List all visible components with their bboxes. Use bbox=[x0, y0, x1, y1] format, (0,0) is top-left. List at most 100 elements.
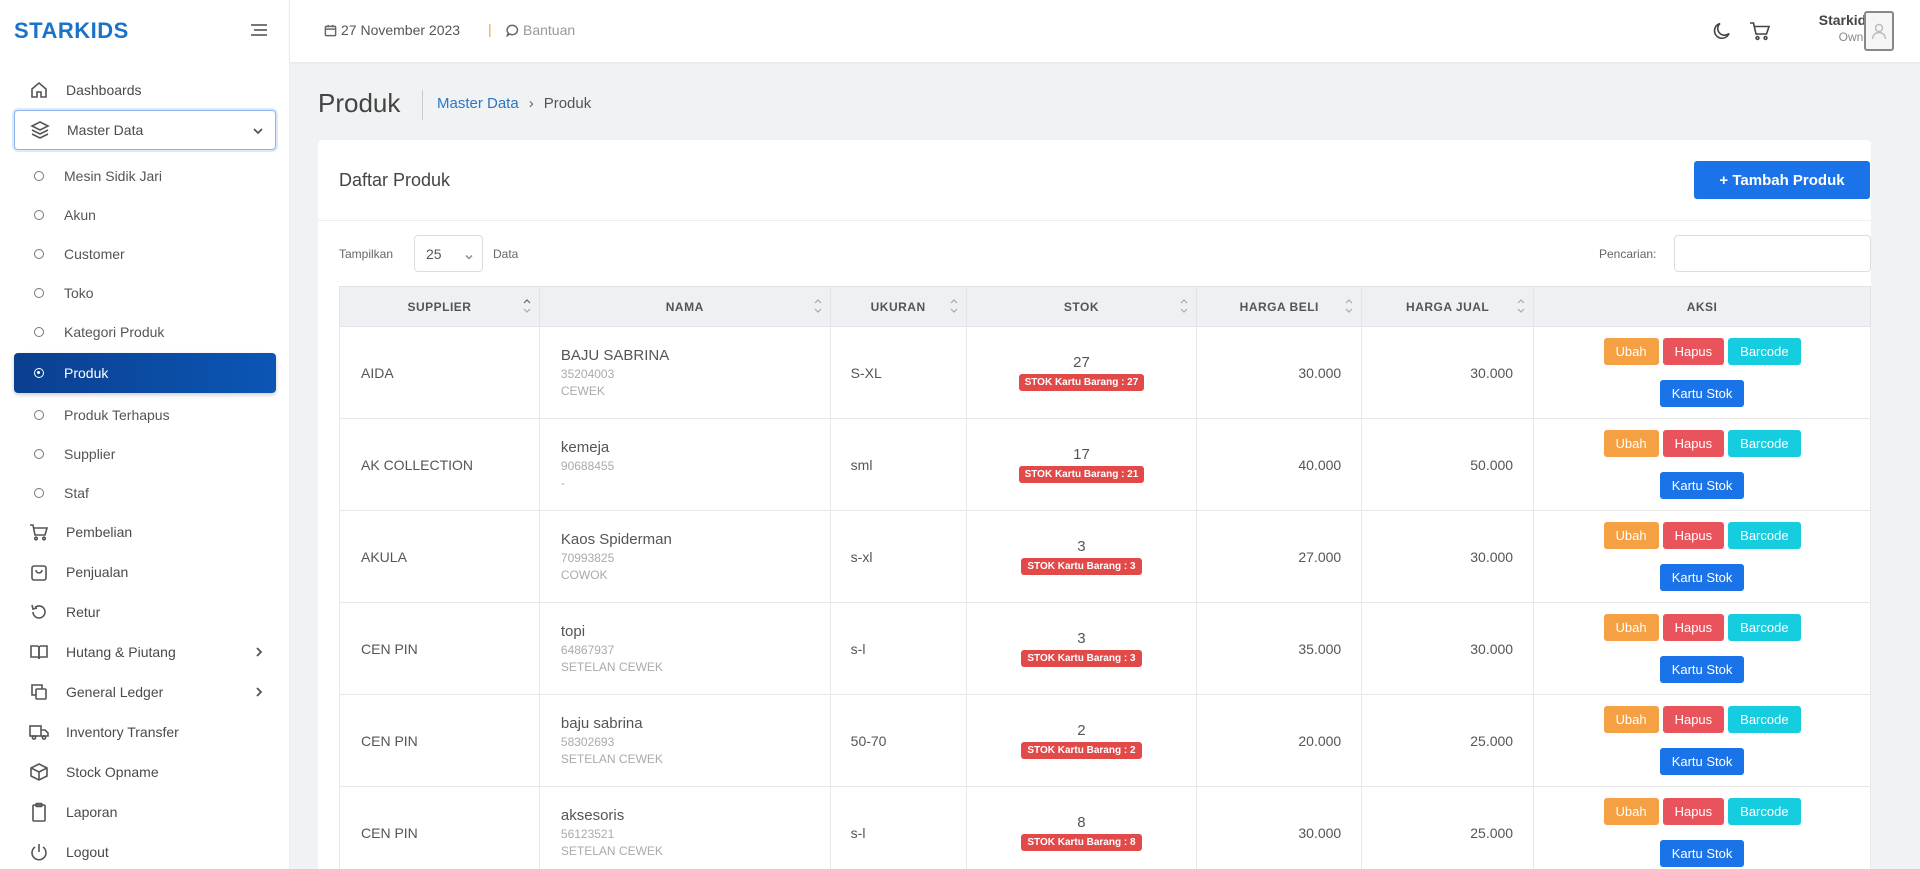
cell-ukuran: 50-70 bbox=[829, 694, 967, 787]
chevron-right-icon bbox=[252, 685, 266, 699]
status-badge: STOK Kartu Barang : 27 bbox=[1018, 374, 1145, 391]
product-name: aksesoris bbox=[560, 807, 625, 824]
delete-button[interactable]: Hapus bbox=[1662, 614, 1725, 641]
edit-button[interactable]: Ubah bbox=[1603, 522, 1659, 549]
cell-supplier: CEN PIN bbox=[339, 602, 540, 695]
clipboard-icon bbox=[28, 801, 50, 823]
sidebar-subitem-akun[interactable]: Akun bbox=[14, 195, 276, 234]
column-header-stok[interactable]: STOK bbox=[965, 286, 1198, 327]
stock-card-button[interactable]: Kartu Stok bbox=[1659, 840, 1745, 867]
cell-stok: 17 STOK Kartu Barang : 21 bbox=[965, 418, 1198, 511]
sidebar-item-stock-opname[interactable]: Stock Opname bbox=[14, 752, 276, 792]
cell-nama: aksesoris 56123521 SETELAN CEWEK bbox=[538, 786, 831, 869]
sidebar-subitem-produk[interactable]: Produk bbox=[14, 353, 276, 393]
add-product-button[interactable]: + Tambah Produk bbox=[1694, 161, 1870, 199]
sidebar-subitem-label: Staf bbox=[64, 484, 89, 501]
product-name: baju sabrina bbox=[560, 715, 643, 732]
avatar[interactable] bbox=[1864, 11, 1894, 51]
sidebar-subitem-staf[interactable]: Staf bbox=[14, 473, 276, 512]
column-header-nama[interactable]: NAMA bbox=[538, 286, 831, 327]
product-category: SETELAN CEWEK bbox=[560, 844, 663, 858]
product-category: COWOK bbox=[560, 568, 608, 582]
sidebar-subitem-produk-terhapus[interactable]: Produk Terhapus bbox=[14, 395, 276, 434]
product-category: - bbox=[560, 476, 565, 490]
sidebar-item-master-data[interactable]: Master Data bbox=[14, 110, 276, 150]
product-category: SETELAN CEWEK bbox=[560, 752, 663, 766]
edit-button[interactable]: Ubah bbox=[1603, 614, 1659, 641]
power-icon bbox=[28, 841, 50, 863]
sidebar-subitem-customer[interactable]: Customer bbox=[14, 234, 276, 273]
cell-stok: 27 STOK Kartu Barang : 27 bbox=[965, 326, 1198, 419]
circle-dot-icon bbox=[34, 368, 44, 378]
column-header-harga-beli[interactable]: HARGA BELI bbox=[1196, 286, 1363, 327]
sidebar-item-general-ledger[interactable]: General Ledger bbox=[14, 672, 276, 712]
sidebar-subitem-mesin-sidik-jari[interactable]: Mesin Sidik Jari bbox=[14, 156, 276, 195]
sidebar-item-penjualan[interactable]: Penjualan bbox=[14, 552, 276, 592]
delete-button[interactable]: Hapus bbox=[1662, 706, 1725, 733]
delete-button[interactable]: Hapus bbox=[1662, 522, 1725, 549]
help-link[interactable]: Bantuan bbox=[506, 22, 575, 38]
edit-button[interactable]: Ubah bbox=[1603, 798, 1659, 825]
delete-button[interactable]: Hapus bbox=[1662, 338, 1725, 365]
edit-button[interactable]: Ubah bbox=[1603, 706, 1659, 733]
chevron-right-icon: › bbox=[528, 95, 534, 112]
sidebar-item-pembelian[interactable]: Pembelian bbox=[14, 512, 276, 552]
cell-harga-beli: 30.000 bbox=[1196, 326, 1363, 419]
barcode-button[interactable]: Barcode bbox=[1728, 706, 1801, 733]
product-name: Kaos Spiderman bbox=[560, 531, 672, 548]
cell-supplier: AK COLLECTION bbox=[339, 418, 540, 511]
table-row: CEN PIN topi 64867937 SETELAN CEWEK s-l … bbox=[339, 602, 1871, 695]
status-badge: STOK Kartu Barang : 3 bbox=[1021, 558, 1142, 575]
moon-icon[interactable] bbox=[1711, 20, 1733, 42]
sidebar-item-inventory-transfer[interactable]: Inventory Transfer bbox=[14, 712, 276, 752]
menu-toggle-icon[interactable] bbox=[250, 22, 268, 38]
breadcrumb-link-master-data[interactable]: Master Data bbox=[437, 95, 519, 112]
search-input[interactable] bbox=[1674, 235, 1871, 272]
barcode-button[interactable]: Barcode bbox=[1728, 522, 1801, 549]
product-card: Daftar Produk + Tambah Produk Tampilkan … bbox=[318, 140, 1871, 869]
card-divider bbox=[318, 220, 1871, 221]
sidebar-item-hutang-piutang[interactable]: Hutang & Piutang bbox=[14, 632, 276, 672]
edit-button[interactable]: Ubah bbox=[1603, 338, 1659, 365]
breadcrumb: Master Data › Produk bbox=[437, 95, 591, 112]
product-code: 90688455 bbox=[560, 459, 615, 473]
sidebar-item-laporan[interactable]: Laporan bbox=[14, 792, 276, 832]
column-header-supplier[interactable]: SUPPLIER bbox=[339, 286, 540, 327]
stock-card-button[interactable]: Kartu Stok bbox=[1659, 380, 1745, 407]
sort-icon bbox=[1345, 297, 1353, 315]
column-header-harga-jual[interactable]: HARGA JUAL bbox=[1361, 286, 1535, 327]
barcode-button[interactable]: Barcode bbox=[1728, 798, 1801, 825]
brand-logo[interactable]: STARKIDS bbox=[14, 18, 129, 44]
cell-harga-beli: 20.000 bbox=[1196, 694, 1363, 787]
sort-icon bbox=[523, 297, 531, 315]
delete-button[interactable]: Hapus bbox=[1662, 798, 1725, 825]
sidebar-subitem-toko[interactable]: Toko bbox=[14, 273, 276, 312]
cart-icon[interactable] bbox=[1749, 20, 1773, 42]
sidebar-subitem-kategori-produk[interactable]: Kategori Produk bbox=[14, 312, 276, 351]
cell-nama: kemeja 90688455 - bbox=[538, 418, 831, 511]
barcode-button[interactable]: Barcode bbox=[1728, 430, 1801, 457]
bag-icon bbox=[28, 561, 50, 583]
stock-card-button[interactable]: Kartu Stok bbox=[1659, 472, 1745, 499]
stock-value: 3 bbox=[1077, 538, 1086, 555]
status-badge: STOK Kartu Barang : 21 bbox=[1018, 466, 1145, 483]
barcode-button[interactable]: Barcode bbox=[1728, 614, 1801, 641]
sidebar-item-dashboards[interactable]: Dashboards bbox=[14, 70, 276, 110]
sidebar-item-logout[interactable]: Logout bbox=[14, 832, 276, 869]
barcode-button[interactable]: Barcode bbox=[1728, 338, 1801, 365]
stock-value: 3 bbox=[1077, 630, 1086, 647]
table-row: CEN PIN baju sabrina 58302693 SETELAN CE… bbox=[339, 694, 1871, 787]
page-size-select[interactable]: 25 bbox=[414, 235, 483, 272]
stock-card-button[interactable]: Kartu Stok bbox=[1659, 564, 1745, 591]
user-info[interactable]: Starkids Owner bbox=[1790, 12, 1874, 44]
status-badge: STOK Kartu Barang : 2 bbox=[1021, 742, 1142, 759]
sidebar-subitem-supplier[interactable]: Supplier bbox=[14, 434, 276, 473]
chevron-down-icon bbox=[251, 124, 265, 138]
stock-card-button[interactable]: Kartu Stok bbox=[1659, 748, 1745, 775]
delete-button[interactable]: Hapus bbox=[1662, 430, 1725, 457]
sidebar-item-retur[interactable]: Retur bbox=[14, 592, 276, 632]
stock-card-button[interactable]: Kartu Stok bbox=[1659, 656, 1745, 683]
truck-icon bbox=[28, 721, 50, 743]
column-header-ukuran[interactable]: UKURAN bbox=[829, 286, 967, 327]
edit-button[interactable]: Ubah bbox=[1603, 430, 1659, 457]
